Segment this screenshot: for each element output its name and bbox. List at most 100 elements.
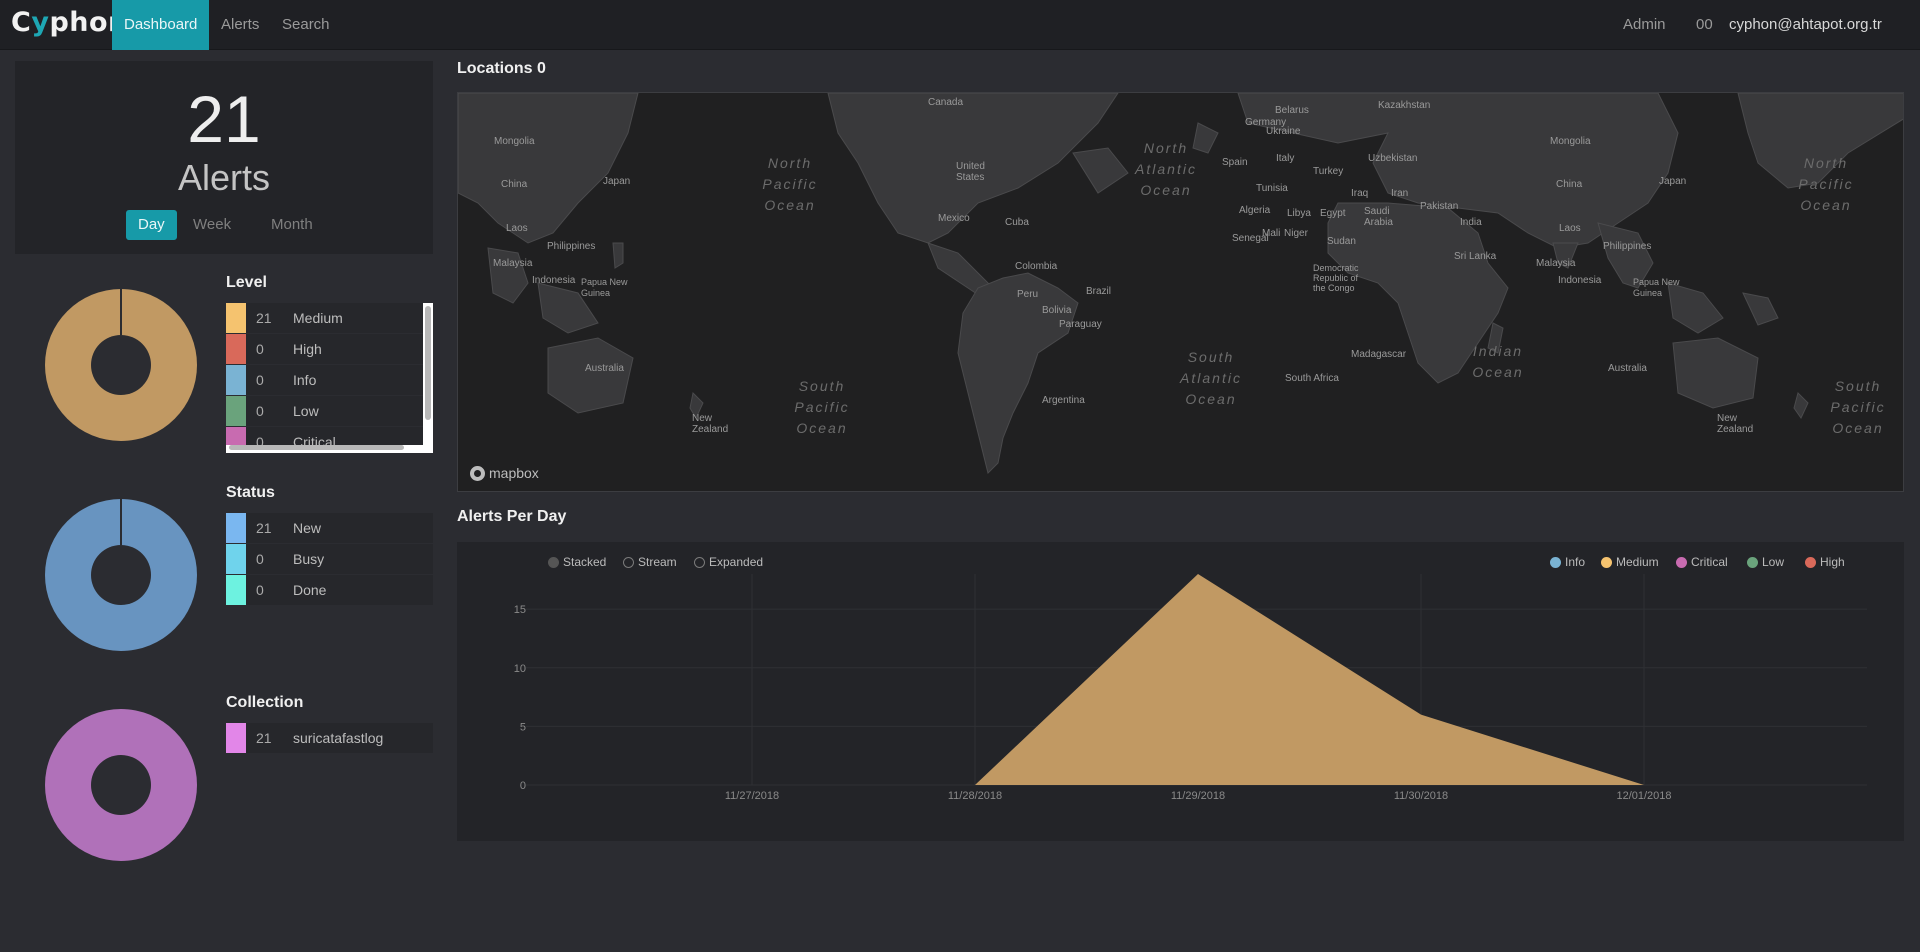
x-tick-label: 11/30/2018: [1394, 790, 1448, 802]
map-label: South Africa: [1285, 373, 1339, 384]
level-row-high[interactable]: 0 High: [226, 334, 423, 365]
level-count: 0: [256, 372, 264, 388]
alerts-area-chart[interactable]: 0 5 10 15 11/27/2018 11/28/2018 11/29/2018 11/3…: [457, 542, 1904, 841]
level-title: Level: [226, 274, 267, 291]
map-label: Brazil: [1086, 286, 1112, 297]
ocean-label: North Atlantic Ocean: [1135, 140, 1197, 198]
range-day-button[interactable]: Day: [126, 210, 177, 240]
user-menu[interactable]: cyphon@ahtapot.org.tr: [1717, 0, 1894, 50]
x-tick-label: 12/01/2018: [1616, 790, 1671, 802]
map-label: Laos: [506, 223, 528, 234]
status-donut-chart[interactable]: [45, 499, 197, 651]
map-label: Algeria: [1239, 205, 1271, 216]
level-donut-chart[interactable]: [45, 289, 197, 441]
level-count: 0: [256, 434, 264, 445]
map-label: Turkey: [1313, 166, 1344, 177]
collection-row[interactable]: 21 suricatafastlog: [226, 723, 433, 754]
level-row-info[interactable]: 0 Info: [226, 365, 423, 396]
collection-name: suricatafastlog: [293, 730, 384, 746]
status-count: 21: [256, 520, 272, 536]
level-row-low[interactable]: 0 Low: [226, 396, 423, 427]
nav-dashboard[interactable]: Dashboard: [112, 0, 210, 50]
map-label: Senegal: [1232, 233, 1269, 244]
map-label: India: [1460, 217, 1482, 228]
ocean-label: North Pacific Ocean: [762, 155, 818, 213]
medium-series-area: [975, 574, 1644, 785]
map-label: Colombia: [1015, 261, 1058, 272]
collection-donut-chart[interactable]: [45, 709, 197, 861]
ocean-label: South Atlantic Ocean: [1180, 349, 1242, 407]
status-row-busy[interactable]: 0 Busy: [226, 544, 433, 575]
level-name: Medium: [293, 310, 343, 326]
critical-swatch: [226, 427, 246, 445]
map-label: Papua New Guinea: [581, 277, 628, 298]
level-horizontal-scrollbar[interactable]: [229, 445, 404, 450]
status-count: 0: [256, 551, 264, 567]
low-swatch: [226, 396, 246, 426]
cyphon-logo[interactable]: Cyphon: [11, 7, 128, 38]
status-row-new[interactable]: 21 New: [226, 513, 433, 544]
range-week-button[interactable]: Week: [181, 210, 243, 240]
map-label: Spain: [1222, 157, 1248, 168]
map-label: Libya: [1287, 208, 1311, 219]
map-label: Pakistan: [1420, 201, 1459, 212]
medium-swatch: [226, 303, 246, 333]
map-label: Canada: [928, 97, 964, 108]
y-tick-label: 5: [520, 721, 526, 733]
map-label: Malaysia: [1536, 258, 1576, 269]
level-legend[interactable]: 21 Medium 0 High 0 Info 0 Low 0 Critical: [226, 303, 433, 453]
level-row-medium[interactable]: 21 Medium: [226, 303, 423, 334]
map-label: Paraguay: [1059, 319, 1102, 330]
map-label: Iran: [1391, 188, 1409, 199]
range-month-button[interactable]: Month: [259, 210, 325, 240]
suricatafastlog-swatch: [226, 723, 246, 753]
level-name: Low: [293, 403, 319, 419]
alerts-per-day-panel: Stacked Stream Expanded Info Medium Crit…: [457, 542, 1904, 841]
collection-title: Collection: [226, 694, 304, 711]
map-label: New Zealand: [1717, 413, 1754, 435]
map-label: United States: [956, 161, 985, 183]
map-label: Cuba: [1005, 217, 1029, 228]
map-label: Italy: [1276, 153, 1295, 164]
map-label: Argentina: [1042, 395, 1085, 406]
level-vertical-scrollbar[interactable]: [425, 306, 431, 420]
ocean-label: South Pacific Ocean: [794, 378, 850, 436]
map-label: Australia: [585, 363, 624, 374]
status-title: Status: [226, 484, 275, 501]
map-label: Niger: [1284, 228, 1308, 239]
map-label: Australia: [1608, 363, 1647, 374]
map-label: Laos: [1559, 223, 1581, 234]
done-swatch: [226, 575, 246, 605]
high-swatch: [226, 334, 246, 364]
nav-search[interactable]: Search: [270, 0, 342, 50]
mapbox-attribution[interactable]: mapbox: [470, 465, 539, 481]
y-tick-label: 0: [520, 780, 526, 792]
level-count: 0: [256, 341, 264, 357]
status-name: Busy: [293, 551, 325, 567]
alert-count-label: Alerts: [177, 157, 271, 198]
map-label: Uzbekistan: [1368, 153, 1418, 164]
level-name: Critical: [293, 434, 336, 445]
map-label: China: [1556, 179, 1583, 190]
map-label: Philippines: [547, 241, 596, 252]
status-row-done[interactable]: 0 Done: [226, 575, 433, 606]
map-label: Indonesia: [532, 275, 576, 286]
map-label: Peru: [1017, 289, 1039, 300]
level-count: 0: [256, 403, 264, 419]
map-label: Malaysia: [493, 258, 533, 269]
map-label: Japan: [603, 176, 631, 187]
x-tick-label: 11/27/2018: [725, 790, 779, 802]
nav-admin[interactable]: Admin: [1611, 0, 1678, 50]
map-label: Mongolia: [494, 136, 535, 147]
nav-alerts[interactable]: Alerts: [209, 0, 271, 50]
level-row-critical[interactable]: 0 Critical: [226, 427, 423, 445]
collection-legend: 21 suricatafastlog: [226, 723, 433, 754]
level-count: 21: [256, 310, 272, 326]
map-label: Philippines: [1603, 241, 1652, 252]
ocean-label: Indian Ocean: [1472, 343, 1524, 380]
x-tick-label: 11/29/2018: [1171, 790, 1225, 802]
world-map[interactable]: Canada Belarus Ukraine Germany Kazakhsta…: [457, 92, 1904, 492]
new-swatch: [226, 513, 246, 543]
alert-count: 21: [187, 82, 261, 156]
status-count: 0: [256, 582, 264, 598]
